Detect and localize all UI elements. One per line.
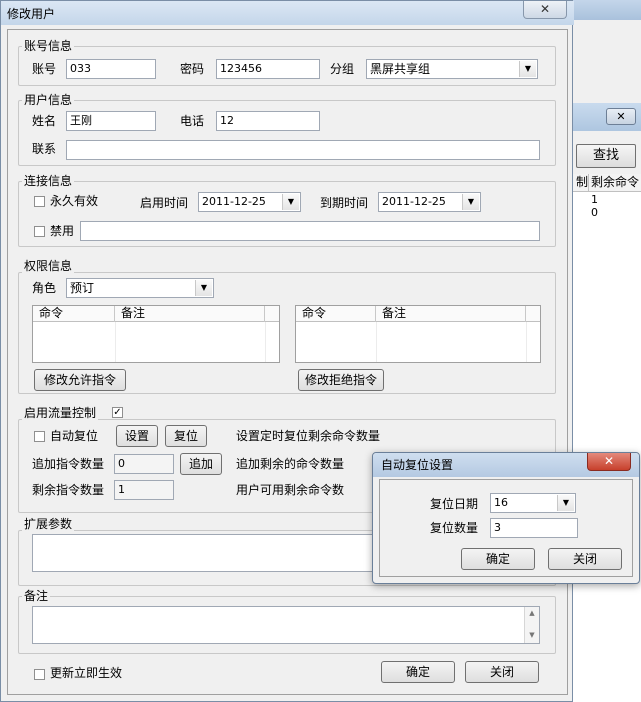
chevron-down-icon[interactable]: ▼: [519, 61, 536, 77]
disable-label: 禁用: [50, 224, 75, 238]
apply-immediately-checkbox[interactable]: [34, 669, 45, 680]
settings-button[interactable]: 设置: [116, 425, 158, 447]
edit-allowed-commands-button[interactable]: 修改允许指令: [34, 369, 126, 391]
group-select[interactable]: 黑屏共享组 ▼: [366, 59, 538, 79]
add-description: 追加剩余的命令数量: [236, 457, 345, 471]
chevron-down-icon[interactable]: ▼: [557, 495, 574, 511]
denied-commands-list[interactable]: 命令 备注: [295, 305, 541, 363]
remarks-scrollbar[interactable]: ▲ ▼: [524, 607, 539, 643]
add-count-field[interactable]: 0: [114, 454, 174, 474]
flow-control-group-label: 启用流量控制: [22, 406, 99, 420]
remaining-description: 用户可用剩余命令数: [236, 483, 345, 497]
auto-reset-client: 复位日期 16 ▼ 复位数量 3 确定 关闭: [379, 479, 633, 577]
auto-reset-label: 自动复位: [50, 429, 99, 443]
group-label: 分组: [330, 62, 355, 76]
reset-date-select[interactable]: 16 ▼: [490, 493, 576, 513]
remarks-field[interactable]: [32, 606, 540, 644]
edit-user-dialog: 修改用户 ✕ 账号信息 账号 033 密码 123456 分组 黑屏共享组 ▼ …: [0, 0, 574, 702]
apply-immediately-label: 更新立即生效: [50, 666, 123, 680]
background-row-remaining[interactable]: 0: [591, 206, 598, 219]
ok-button[interactable]: 确定: [381, 661, 455, 683]
popup-ok-button[interactable]: 确定: [461, 548, 535, 570]
allowed-commands-list[interactable]: 命令 备注: [32, 305, 280, 363]
name-field[interactable]: 王刚: [66, 111, 156, 131]
reset-count-field[interactable]: 3: [490, 518, 578, 538]
find-button[interactable]: 查找: [576, 144, 636, 168]
reset-button[interactable]: 复位: [165, 425, 207, 447]
extension-group-label: 扩展参数: [22, 517, 75, 531]
column-header-command[interactable]: 命令: [296, 306, 376, 322]
expire-time-picker[interactable]: 2011-12-25 ▼: [378, 192, 481, 212]
settings-description: 设置定时复位剩余命令数量: [236, 429, 381, 443]
reset-count-label: 复位数量: [430, 521, 479, 535]
permanent-label: 永久有效: [50, 194, 99, 208]
phone-label: 电话: [180, 114, 205, 128]
column-divider: [376, 322, 377, 362]
name-label: 姓名: [32, 114, 57, 128]
start-time-label: 启用时间: [140, 196, 189, 210]
expire-time-label: 到期时间: [320, 196, 369, 210]
column-divider: [526, 322, 527, 362]
account-group-label: 账号信息: [22, 39, 75, 53]
column-header-remark[interactable]: 备注: [376, 306, 526, 322]
account-label: 账号: [32, 62, 57, 76]
dialog-title: 修改用户: [7, 7, 56, 21]
password-field[interactable]: 123456: [216, 59, 320, 79]
remaining-count-label: 剩余指令数量: [32, 483, 105, 497]
auto-reset-checkbox[interactable]: [34, 431, 45, 442]
flow-control-checkbox[interactable]: ✓: [112, 407, 123, 418]
remaining-count-field[interactable]: 1: [114, 480, 174, 500]
role-select-value: 预订: [70, 281, 95, 295]
phone-field[interactable]: 12: [216, 111, 320, 131]
disable-checkbox[interactable]: [34, 226, 45, 237]
scroll-down-icon[interactable]: ▼: [525, 629, 539, 641]
permanent-checkbox[interactable]: [34, 196, 45, 207]
connection-group-label: 连接信息: [22, 174, 75, 188]
column-header-remaining[interactable]: 剩余命令: [589, 175, 639, 189]
column-header-limit[interactable]: 制: [572, 174, 589, 191]
contact-label: 联系: [32, 142, 57, 156]
background-row-remaining[interactable]: 1: [591, 193, 598, 206]
reset-date-value: 16: [494, 496, 508, 509]
close-button[interactable]: 关闭: [465, 661, 539, 683]
chevron-down-icon[interactable]: ▼: [195, 280, 212, 296]
chevron-down-icon[interactable]: ▼: [282, 194, 299, 210]
permissions-group-label: 权限信息: [22, 259, 75, 273]
column-divider: [265, 322, 266, 362]
start-time-value: 2011-12-25: [202, 195, 266, 208]
dialog-titlebar: [1, 1, 574, 25]
background-close-icon[interactable]: ✕: [606, 108, 636, 125]
allowed-list-header: 命令 备注: [33, 306, 279, 322]
background-user-list[interactable]: [572, 174, 641, 702]
dialog-client: 账号信息 账号 033 密码 123456 分组 黑屏共享组 ▼ 用户信息 姓名…: [7, 29, 568, 695]
start-time-picker[interactable]: 2011-12-25 ▼: [198, 192, 301, 212]
chevron-down-icon[interactable]: ▼: [462, 194, 479, 210]
account-field[interactable]: 033: [66, 59, 156, 79]
add-count-label: 追加指令数量: [32, 457, 105, 471]
reset-date-label: 复位日期: [430, 497, 479, 511]
remarks-group-label: 备注: [22, 589, 51, 603]
role-select[interactable]: 预订 ▼: [66, 278, 214, 298]
edit-denied-commands-button[interactable]: 修改拒绝指令: [298, 369, 384, 391]
denied-list-header: 命令 备注: [296, 306, 540, 322]
column-divider: [115, 322, 116, 362]
contact-field[interactable]: [66, 140, 540, 160]
column-header-remark[interactable]: 备注: [115, 306, 265, 322]
user-group-label: 用户信息: [22, 93, 75, 107]
role-label: 角色: [32, 281, 57, 295]
close-icon[interactable]: ✕: [587, 453, 631, 471]
add-button[interactable]: 追加: [180, 453, 222, 475]
auto-reset-title: 自动复位设置: [381, 458, 454, 472]
background-list-header: 制剩余命令: [572, 174, 641, 192]
close-icon[interactable]: ✕: [523, 1, 567, 19]
popup-close-button[interactable]: 关闭: [548, 548, 622, 570]
scroll-up-icon[interactable]: ▲: [525, 607, 539, 619]
column-header-command[interactable]: 命令: [33, 306, 115, 322]
group-select-value: 黑屏共享组: [370, 62, 431, 76]
disable-reason-field[interactable]: [80, 221, 540, 241]
expire-time-value: 2011-12-25: [382, 195, 446, 208]
auto-reset-dialog: 自动复位设置 ✕ 复位日期 16 ▼ 复位数量 3 确定 关闭: [372, 452, 640, 584]
password-label: 密码: [180, 62, 205, 76]
